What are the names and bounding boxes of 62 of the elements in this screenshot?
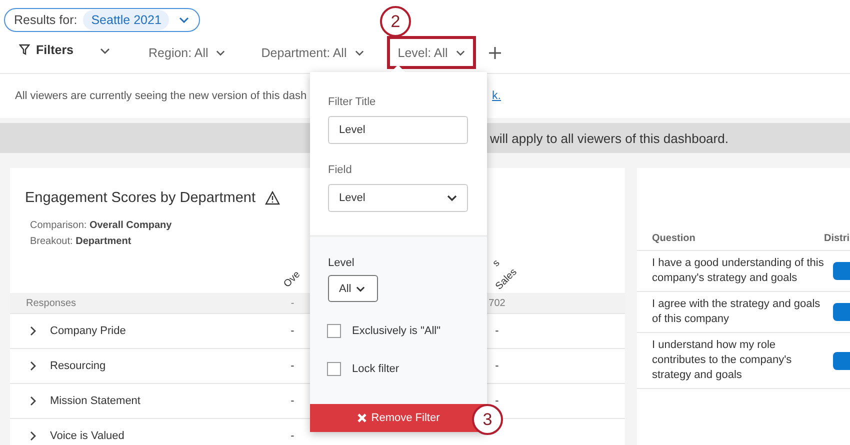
results-for-selector[interactable]: Results for: Seattle 2021 — [4, 8, 200, 32]
question-text: I agree with the strategy and goals of this company — [652, 297, 822, 327]
add-icon[interactable] — [488, 46, 501, 58]
distribution-bar — [833, 262, 850, 280]
input-field[interactable]: Level — [328, 116, 468, 144]
chevron-down-icon — [356, 286, 366, 292]
table-cell: - — [290, 395, 294, 407]
chevron-down-icon — [447, 195, 457, 201]
chevron-down-icon — [216, 50, 226, 56]
filter-dropdown[interactable]: Department: All — [250, 36, 375, 69]
table-cell: - — [290, 325, 294, 337]
column-header: Question — [652, 232, 696, 244]
field-label: Level — [328, 257, 356, 269]
distribution-bar — [833, 303, 850, 321]
funnel-icon — [19, 44, 30, 55]
card-title: Engagement Scores by Department — [25, 190, 256, 206]
filters-button[interactable]: Filters — [19, 42, 74, 56]
chevron-right-icon — [30, 396, 36, 406]
table-cell: - — [495, 325, 499, 337]
detail-text: Comparison: Overall Company — [30, 219, 173, 233]
field-label: Field — [328, 164, 353, 176]
detail-text: Breakout: Department — [30, 235, 132, 249]
warning-icon — [264, 191, 280, 205]
filter-dropdown[interactable]: Region: All — [138, 36, 236, 69]
chevron-down-icon[interactable] — [100, 48, 110, 54]
results-for-label: Results for: — [14, 13, 78, 27]
distribution-bar — [833, 352, 850, 370]
checkbox-label: Exclusively is "All" — [352, 325, 440, 337]
notice-link[interactable]: k. — [492, 90, 501, 102]
notice-text: All viewers are currently seeing the new version of this dash — [15, 90, 307, 102]
chevron-down-icon — [354, 50, 364, 56]
table-cell: - — [495, 360, 499, 372]
checkbox[interactable] — [327, 362, 341, 376]
chevron-right-icon — [30, 326, 36, 336]
column-header: Distri — [824, 232, 850, 244]
dataset-chip: Seattle 2021 — [83, 10, 170, 30]
chevron-down-icon — [456, 50, 465, 56]
chevron-right-icon — [30, 431, 36, 441]
table-cell: - — [290, 430, 294, 442]
column-header: s — [490, 258, 502, 270]
filter-dropdown[interactable]: Level: All — [386, 36, 476, 69]
table-cell: - — [290, 360, 294, 372]
banner-text: will apply to all viewers of this dashboard. — [490, 130, 728, 146]
expandable-row[interactable]: Mission Statement — [10, 384, 140, 418]
expandable-row[interactable]: Resourcing — [10, 349, 106, 383]
chevron-right-icon — [30, 361, 36, 371]
select-dropdown[interactable]: All — [328, 275, 378, 302]
question-text: I understand how my role contributes to the company's strategy and goals — [652, 338, 793, 383]
expandable-row[interactable]: Voice is Valued — [10, 419, 124, 445]
question-text: I have a good understanding of this company's strategy and goals — [652, 256, 825, 286]
table-cell-text: Responses — [25, 298, 78, 308]
column-header: Ove — [282, 269, 303, 290]
expandable-row[interactable]: Company Pride — [10, 314, 126, 348]
chevron-down-icon — [179, 17, 190, 23]
table-cell: 702 — [488, 298, 506, 308]
table-cell: - — [290, 298, 294, 308]
checkbox[interactable] — [327, 324, 341, 338]
checkbox-label: Lock filter — [352, 363, 400, 375]
close-icon — [357, 413, 368, 423]
field-dropdown[interactable]: Level — [328, 184, 468, 212]
field-label: Filter Title — [328, 96, 377, 108]
table-cell: - — [495, 395, 499, 407]
